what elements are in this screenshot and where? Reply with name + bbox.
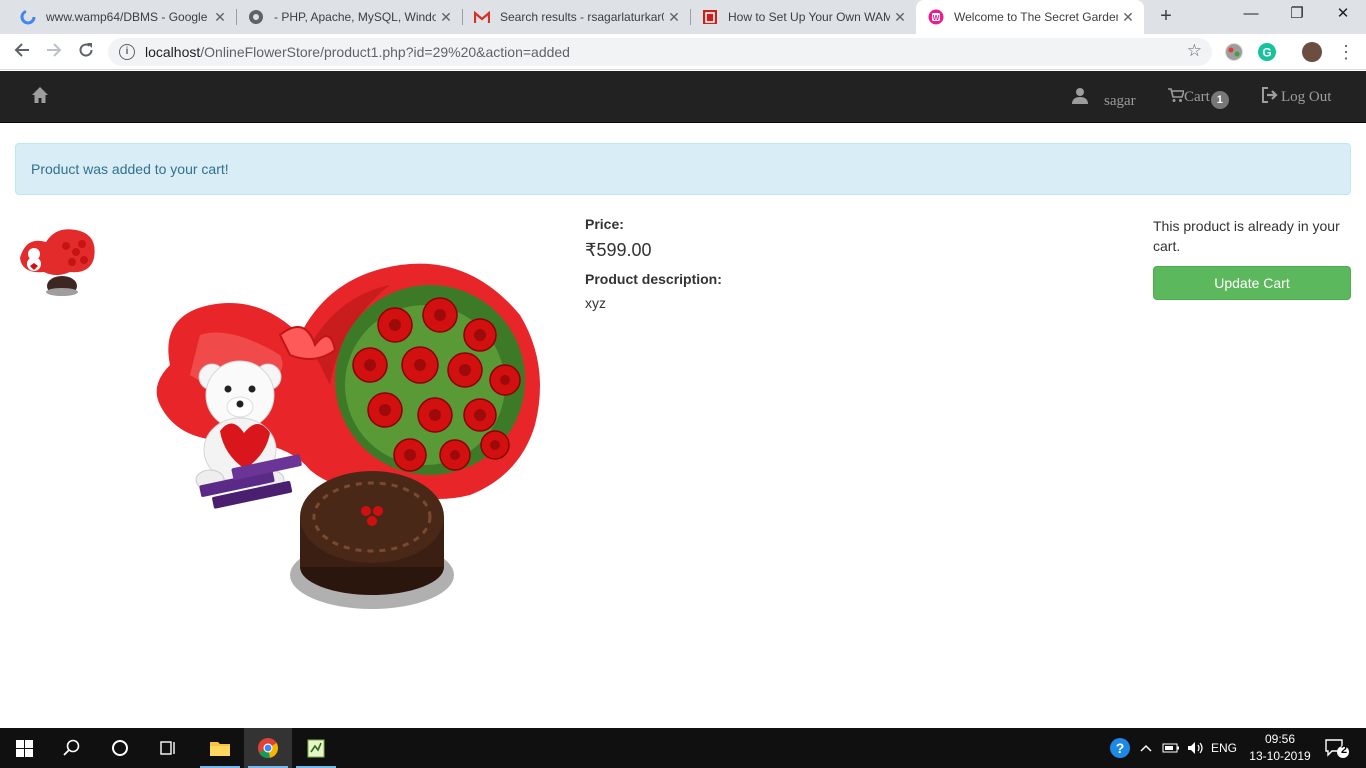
browser-tab-active[interactable]: W Welcome to The Secret Garden ✕ bbox=[916, 0, 1144, 34]
tab-title: Welcome to The Secret Garden bbox=[954, 10, 1118, 24]
price-label: Price: bbox=[585, 216, 624, 232]
tab-title: Search results - rsagarlaturkar0 bbox=[500, 10, 664, 24]
extension-icon[interactable] bbox=[1225, 43, 1243, 61]
svg-text:?: ? bbox=[1116, 740, 1125, 756]
windows-taskbar: ? ENG 09:56 13-10-2019 2 bbox=[0, 728, 1366, 768]
notification-count: 2 bbox=[1340, 744, 1348, 756]
cart-link[interactable]: Cart 1 bbox=[1168, 87, 1229, 109]
home-icon[interactable] bbox=[30, 85, 50, 105]
update-cart-button[interactable]: Update Cart bbox=[1153, 266, 1351, 300]
cortana-icon[interactable] bbox=[96, 728, 144, 768]
clock-time: 09:56 bbox=[1264, 732, 1296, 746]
close-tab-icon[interactable]: ✕ bbox=[210, 9, 230, 26]
svg-text:W: W bbox=[933, 15, 940, 22]
forward-icon[interactable] bbox=[42, 40, 66, 64]
address-bar[interactable]: i localhost /OnlineFlowerStore/product1.… bbox=[108, 38, 1212, 66]
info-icon[interactable]: i bbox=[119, 44, 135, 60]
tab-title: How to Set Up Your Own WAMP bbox=[728, 10, 890, 24]
help-icon[interactable]: ? bbox=[1108, 728, 1132, 768]
notification-center-icon[interactable]: 2 bbox=[1322, 728, 1352, 768]
cart-label: Cart bbox=[1184, 89, 1210, 105]
url-path: /OnlineFlowerStore/product1.php?id=29%20… bbox=[200, 44, 570, 60]
browser-tab-3[interactable]: Search results - rsagarlaturkar0 ✕ bbox=[462, 0, 690, 34]
product-details: Price: ₹599.00 Product description: xyz bbox=[585, 216, 1125, 311]
browser-tab-2[interactable]: - PHP, Apache, MySQL, Windo ✕ bbox=[236, 0, 462, 34]
browser-tab-strip: www.wamp64/DBMS - Google ✕ - PHP, Apache… bbox=[0, 0, 1366, 34]
profile-avatar[interactable] bbox=[1302, 42, 1322, 62]
language-indicator[interactable]: ENG bbox=[1208, 728, 1240, 768]
new-tab-button[interactable]: + bbox=[1154, 4, 1178, 28]
svg-text:G: G bbox=[1262, 46, 1271, 60]
gmail-icon bbox=[474, 9, 490, 25]
file-explorer-icon[interactable] bbox=[196, 728, 244, 768]
logout-icon bbox=[1261, 87, 1278, 108]
cart-count-badge: 1 bbox=[1210, 90, 1229, 109]
description-label: Product description: bbox=[585, 271, 722, 287]
user-menu[interactable]: sagar bbox=[1071, 87, 1136, 110]
bookmark-star-icon[interactable]: ☆ bbox=[1187, 41, 1202, 61]
close-tab-icon[interactable]: ✕ bbox=[436, 9, 456, 26]
logout-label: Log Out bbox=[1281, 89, 1332, 105]
search-icon[interactable] bbox=[48, 728, 96, 768]
grammarly-icon[interactable]: G bbox=[1258, 43, 1276, 61]
logout-link[interactable]: Log Out bbox=[1261, 87, 1331, 108]
minimize-icon[interactable]: — bbox=[1228, 0, 1274, 30]
browser-tab-4[interactable]: How to Set Up Your Own WAMP ✕ bbox=[690, 0, 916, 34]
product-thumbnail[interactable] bbox=[16, 222, 98, 298]
globe-icon bbox=[248, 9, 264, 25]
close-tab-icon[interactable]: ✕ bbox=[890, 9, 910, 26]
shopping-cart-icon bbox=[1168, 87, 1186, 108]
menu-kebab-icon[interactable]: ⋮ bbox=[1334, 40, 1358, 64]
close-window-icon[interactable]: ✕ bbox=[1320, 0, 1366, 30]
chevron-up-icon[interactable] bbox=[1137, 728, 1155, 768]
volume-icon[interactable] bbox=[1184, 728, 1206, 768]
battery-icon[interactable] bbox=[1161, 728, 1181, 768]
tab-title: www.wamp64/DBMS - Google bbox=[46, 10, 208, 24]
price-value: ₹599.00 bbox=[585, 240, 652, 260]
reload-icon[interactable] bbox=[74, 40, 98, 64]
bookmark-icon bbox=[702, 9, 718, 25]
back-icon[interactable] bbox=[10, 40, 34, 64]
url-host: localhost bbox=[145, 44, 201, 60]
site-icon: W bbox=[928, 9, 944, 25]
system-clock[interactable]: 09:56 13-10-2019 bbox=[1244, 731, 1316, 765]
username-label: sagar bbox=[1104, 93, 1136, 109]
notepad-plus-icon[interactable] bbox=[292, 728, 340, 768]
site-navbar: sagar Cart 1 Log Out bbox=[0, 71, 1366, 123]
clock-date: 13-10-2019 bbox=[1249, 749, 1311, 763]
windows-start-icon[interactable] bbox=[0, 728, 48, 768]
browser-tab-1[interactable]: www.wamp64/DBMS - Google ✕ bbox=[8, 0, 236, 34]
description-value: xyz bbox=[585, 295, 606, 311]
product-image bbox=[140, 255, 550, 630]
alert-message: Product was added to your cart! bbox=[31, 161, 229, 177]
cart-status-panel: This product is already in your cart. Up… bbox=[1153, 216, 1351, 300]
chrome-icon[interactable] bbox=[244, 728, 292, 768]
task-view-icon[interactable] bbox=[144, 728, 192, 768]
restore-icon[interactable]: ❐ bbox=[1274, 0, 1320, 30]
cart-added-alert: Product was added to your cart! bbox=[15, 143, 1351, 195]
close-tab-icon[interactable]: ✕ bbox=[1118, 9, 1138, 26]
close-tab-icon[interactable]: ✕ bbox=[664, 9, 684, 26]
user-icon bbox=[1071, 87, 1089, 110]
tab-title: - PHP, Apache, MySQL, Windo bbox=[274, 10, 436, 24]
cart-status-text: This product is already in your cart. bbox=[1153, 218, 1340, 254]
google-icon bbox=[20, 9, 36, 25]
browser-toolbar: i localhost /OnlineFlowerStore/product1.… bbox=[0, 34, 1366, 70]
